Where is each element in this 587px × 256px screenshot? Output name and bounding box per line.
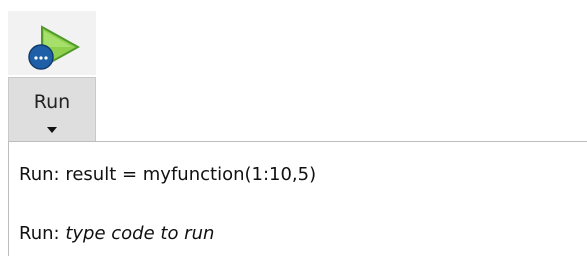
menu-item-prefix: Run: [19, 164, 60, 185]
menu-item-type-code[interactable]: Run: type code to run [19, 222, 214, 246]
caret-down-icon [47, 127, 57, 133]
run-play-icon [28, 25, 80, 70]
run-button[interactable] [8, 11, 96, 75]
menu-item-command: result = myfunction(1:10,5) [65, 164, 317, 185]
run-label: Run [33, 91, 71, 113]
run-toolstrip: Run Run: result = myfunction(1:10,5) Run… [0, 0, 587, 256]
menu-item-placeholder: type code to run [65, 223, 215, 244]
run-split-button[interactable]: Run [8, 11, 96, 153]
run-dropdown-menu: Run: result = myfunction(1:10,5) Run: ty… [8, 141, 587, 256]
menu-item-run-command[interactable]: Run: result = myfunction(1:10,5) [19, 163, 316, 187]
menu-item-prefix: Run: [19, 223, 60, 244]
